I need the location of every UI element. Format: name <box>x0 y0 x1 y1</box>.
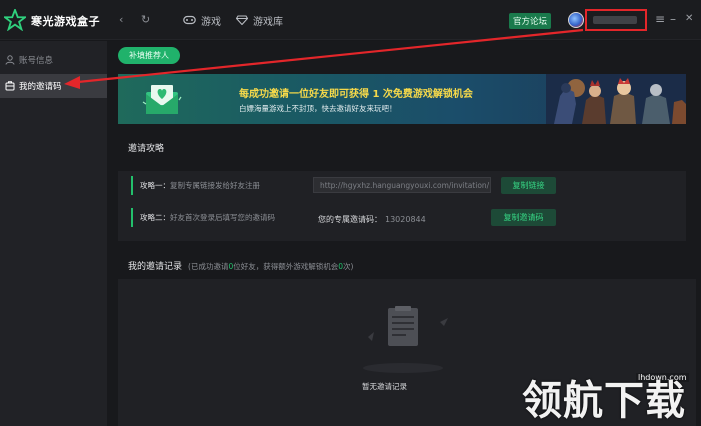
envelope-heart-icon <box>142 85 182 114</box>
empty-clipboard-icon <box>363 306 448 373</box>
strategy-row-2: 攻略二： 好友首次登录后填写您的邀请码 <box>131 208 275 227</box>
username-highlight-box[interactable] <box>585 9 647 31</box>
records-title-text: 我的邀请记录 <box>128 262 183 272</box>
strategy-row-1: 攻略一： 复制专属链接发给好友注册 <box>131 176 260 195</box>
strategy-title: 邀请攻略 <box>128 144 165 154</box>
sidebar-item-account-info[interactable]: 账号信息 <box>0 48 107 72</box>
strategy-desc-1: 复制专属链接发给好友注册 <box>170 181 260 190</box>
official-forum-button[interactable]: 官方论坛 <box>509 13 551 29</box>
avatar[interactable] <box>568 12 584 28</box>
sidebar: 账号信息 我的邀请码 <box>0 41 107 426</box>
blurred-username <box>593 16 637 24</box>
strategy-desc-2: 好友首次登录后填写您的邀请码 <box>170 213 275 222</box>
diamond-icon <box>236 15 248 25</box>
back-button[interactable]: ‹ <box>119 13 123 27</box>
invite-link-field[interactable]: http://hgyxhz.hanguangyouxi.com/invitati… <box>313 177 491 193</box>
strategy-label-2: 攻略二： <box>140 213 170 222</box>
main-content: 补填推荐人 每成功邀请一位好友即可获得 1 次免费游戏解锁机会 白嫖海量游戏上不… <box>107 41 701 426</box>
invite-code-label: 您的专属邀请码： 13020844 <box>318 214 426 225</box>
sidebar-item-label: 账号信息 <box>19 56 54 66</box>
sidebar-item-my-invite-code[interactable]: 我的邀请码 <box>0 74 107 98</box>
app-logo-icon <box>4 9 26 31</box>
strategy-panel: 攻略一： 复制专属链接发给好友注册 http://hgyxhz.hanguang… <box>118 171 686 241</box>
records-summary-prefix: (已成功邀请 <box>188 262 229 271</box>
records-summary-middle: 位好友，获得额外游戏解锁机会 <box>233 262 339 271</box>
banner-subtitle: 白嫖海量游戏上不封顶，快去邀请好友来玩吧！ <box>239 104 397 113</box>
menu-button[interactable]: ≡ <box>655 12 665 26</box>
banner-title: 每成功邀请一位好友即可获得 1 次免费游戏解锁机会 <box>239 89 473 100</box>
app-title: 寒光游戏盒子 <box>31 15 100 28</box>
title-bar: 寒光游戏盒子 ‹ ↻ 游戏 游戏库 官方论坛 ≡ – ✕ <box>0 0 701 40</box>
sidebar-item-label: 我的邀请码 <box>19 82 62 92</box>
records-summary: (已成功邀请0位好友，获得额外游戏解锁机会0次) <box>188 262 353 271</box>
close-button[interactable]: ✕ <box>685 12 693 26</box>
copy-link-button[interactable]: 复制链接 <box>501 177 556 194</box>
invite-code-label-text: 您的专属邀请码： <box>318 215 382 224</box>
refresh-button[interactable]: ↻ <box>141 13 150 27</box>
fill-referrer-button[interactable]: 补填推荐人 <box>118 47 180 64</box>
watermark-brand: 领航下载 <box>522 378 686 424</box>
tab-games[interactable]: 游戏 <box>183 10 221 30</box>
invite-banner[interactable]: 每成功邀请一位好友即可获得 1 次免费游戏解锁机会 白嫖海量游戏上不封顶，快去邀… <box>118 74 686 124</box>
invite-code-value: 13020844 <box>385 215 426 224</box>
strategy-label-1: 攻略一： <box>140 181 170 190</box>
tab-game-library-label: 游戏库 <box>253 16 283 28</box>
gamepad-icon <box>183 15 196 25</box>
records-summary-suffix: 次) <box>343 262 354 271</box>
game-characters-art-icon <box>546 74 686 124</box>
tab-game-library[interactable]: 游戏库 <box>236 10 283 30</box>
minimize-button[interactable]: – <box>670 12 676 26</box>
tab-games-label: 游戏 <box>201 16 221 28</box>
invite-code-icon <box>5 81 15 91</box>
copy-invite-code-button[interactable]: 复制邀请码 <box>491 209 556 226</box>
user-icon <box>5 55 15 65</box>
records-title: 我的邀请记录 (已成功邀请0位好友，获得额外游戏解锁机会0次) <box>128 259 353 272</box>
